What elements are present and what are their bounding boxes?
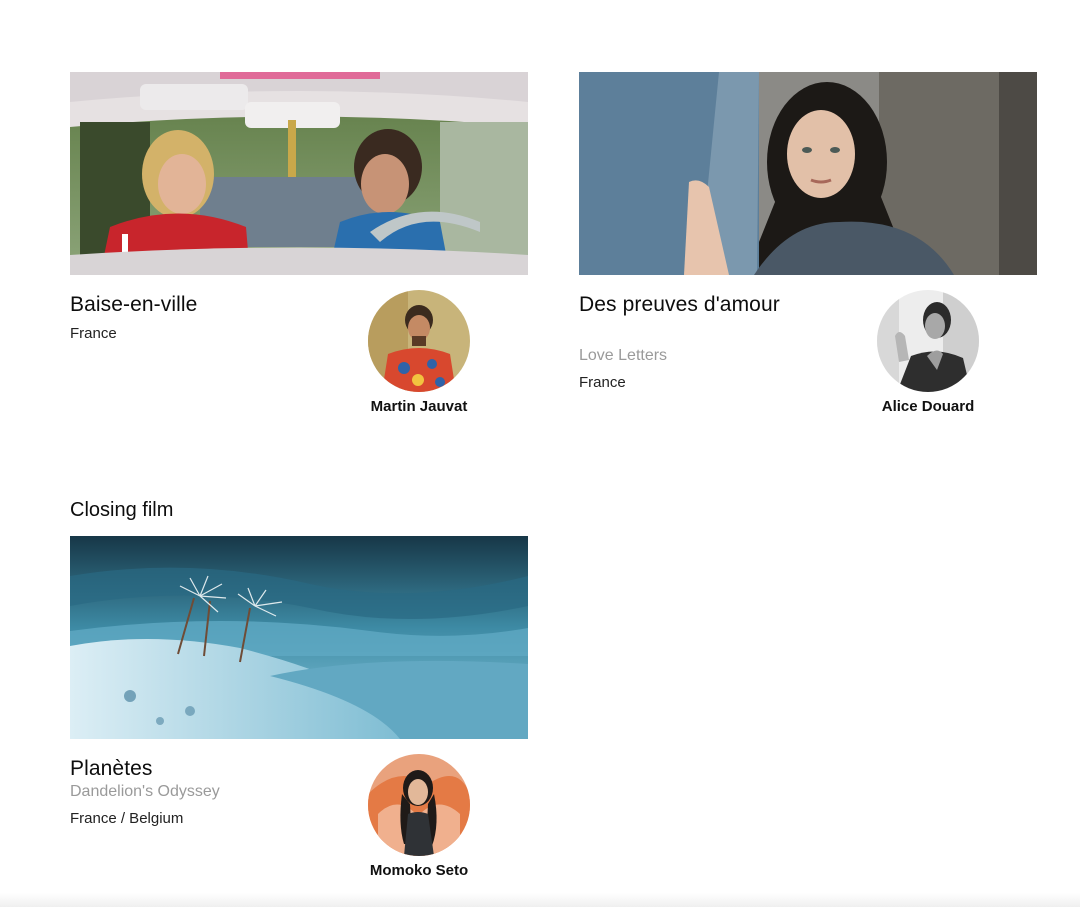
- film-lineup-page: Baise-en-ville France Martin Jauvat Des …: [0, 0, 1080, 907]
- film-title[interactable]: Baise-en-ville: [70, 291, 290, 318]
- director-name: Alice Douard: [881, 398, 975, 415]
- film-still-image[interactable]: [70, 536, 528, 739]
- film-still-image[interactable]: [70, 72, 528, 275]
- film-still-image[interactable]: [579, 72, 1037, 275]
- film-country: France: [70, 325, 117, 342]
- director-avatar: [368, 290, 470, 392]
- director-link[interactable]: Alice Douard: [858, 290, 998, 416]
- dandelion-seeds-image: [70, 536, 528, 739]
- car-scene-image: [70, 72, 528, 275]
- bottom-edge: [0, 893, 1080, 907]
- film-alt-title: Love Letters: [579, 347, 668, 364]
- director-portrait-icon: [368, 754, 470, 856]
- director-portrait-icon: [368, 290, 470, 392]
- film-title[interactable]: Planètes: [70, 755, 290, 782]
- director-name: Martin Jauvat: [370, 398, 468, 415]
- closing-film-heading: Closing film: [70, 499, 174, 521]
- film-country: France / Belgium: [70, 810, 184, 827]
- director-avatar: [368, 754, 470, 856]
- director-avatar: [877, 290, 979, 392]
- film-alt-title: Dandelion's Odyssey: [70, 783, 220, 800]
- film-title[interactable]: Des preuves d'amour: [579, 291, 799, 318]
- woman-portrait-image: [579, 72, 1037, 275]
- director-name: Momoko Seto: [369, 862, 469, 879]
- film-country: France: [579, 374, 626, 391]
- director-portrait-icon: [877, 290, 979, 392]
- director-link[interactable]: Martin Jauvat: [349, 290, 489, 416]
- director-link[interactable]: Momoko Seto: [349, 754, 489, 880]
